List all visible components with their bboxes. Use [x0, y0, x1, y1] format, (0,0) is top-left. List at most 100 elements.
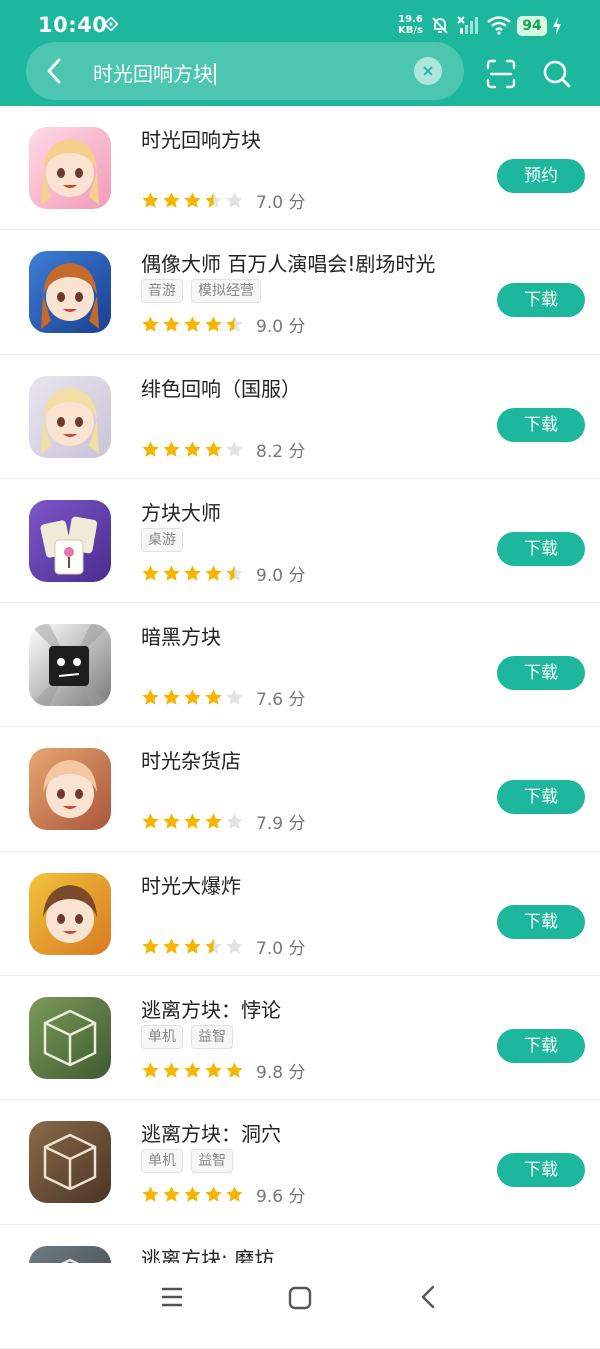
- app-icon[interactable]: [29, 375, 111, 458]
- menu-icon[interactable]: [160, 1285, 184, 1309]
- search-results-list: 时光回响方块 7.0 分 预约 偶像大师 百万人演唱会!剧场时光 音游 模拟经营 9.0 分…: [0, 106, 600, 1349]
- app-icon[interactable]: [29, 1121, 111, 1204]
- reserve-button[interactable]: 预约: [497, 159, 585, 193]
- app-title[interactable]: 时光大爆炸: [141, 870, 241, 899]
- star-full-icon: [163, 938, 180, 954]
- rating-stars: [141, 564, 244, 583]
- app-title[interactable]: 绯色回响（国服）: [141, 373, 301, 402]
- app-tags: 单机 益智: [141, 1025, 233, 1050]
- star-full-icon: [184, 565, 201, 581]
- download-button[interactable]: 下载: [497, 656, 585, 691]
- app-title[interactable]: 暗黑方块: [141, 621, 221, 650]
- star-full-icon: [184, 689, 201, 705]
- diamond-icon: [104, 17, 118, 31]
- app-title[interactable]: 逃离方块：悖论: [141, 994, 281, 1023]
- list-item[interactable]: 绯色回响（国服） 8.2 分 下载: [0, 355, 600, 479]
- download-button[interactable]: 下载: [497, 1153, 585, 1188]
- star-full-icon: [163, 565, 180, 581]
- app-title[interactable]: 偶像大师 百万人演唱会!剧场时光: [141, 248, 435, 277]
- star-empty-icon: [226, 441, 243, 457]
- app-title[interactable]: 逃离方块：洞穴: [141, 1118, 281, 1147]
- app-title[interactable]: 时光回响方块: [141, 124, 261, 153]
- search-box[interactable]: [26, 42, 464, 100]
- app-rating: 9.8 分: [141, 1058, 305, 1083]
- rating-score: 8.2 分: [256, 441, 306, 462]
- app-icon[interactable]: [29, 997, 111, 1080]
- star-full-icon: [184, 1186, 201, 1203]
- star-full-icon: [184, 316, 201, 333]
- star-full-icon: [142, 813, 159, 830]
- star-full-icon: [163, 316, 180, 333]
- rating-stars: [141, 1061, 244, 1080]
- list-item[interactable]: 偶像大师 百万人演唱会!剧场时光 音游 模拟经营 9.0 分 下载: [0, 230, 600, 355]
- list-item[interactable]: 方块大师 桌游 9.0 分 下载: [0, 479, 600, 604]
- app-tag: 单机: [141, 1025, 183, 1050]
- scan-icon[interactable]: [485, 58, 517, 90]
- search-input[interactable]: 时光回响方块: [93, 58, 216, 87]
- star-full-icon: [142, 441, 159, 457]
- rating-score: 7.0 分: [256, 938, 306, 959]
- star-full-icon: [163, 689, 180, 705]
- list-item[interactable]: 暗黑方块 7.6 分 下载: [0, 603, 600, 728]
- nav-back-icon[interactable]: [417, 1284, 441, 1310]
- download-button[interactable]: 下载: [497, 407, 585, 442]
- back-arrow-icon[interactable]: [40, 54, 70, 88]
- list-item[interactable]: 时光杂货店 7.9 分 下载: [0, 727, 600, 852]
- rating-stars: [141, 937, 244, 956]
- app-icon[interactable]: [29, 499, 111, 582]
- star-half-icon: [205, 938, 222, 954]
- rating-stars: [141, 191, 244, 210]
- home-icon[interactable]: [287, 1285, 313, 1311]
- app-tag: 桌游: [141, 527, 183, 552]
- app-icon[interactable]: [29, 624, 111, 707]
- app-rating: 7.0 分: [141, 934, 305, 959]
- star-full-icon: [163, 441, 180, 457]
- rating-stars: [141, 812, 244, 831]
- list-item[interactable]: 时光回响方块 7.0 分 预约: [0, 106, 600, 231]
- download-button[interactable]: 下载: [497, 1029, 585, 1064]
- star-full-icon: [142, 316, 159, 333]
- list-item[interactable]: 逃离方块：洞穴 单机 益智 9.6 分 下载: [0, 1100, 600, 1225]
- app-rating: 9.0 分: [141, 561, 305, 586]
- list-item[interactable]: 时光大爆炸 7.0 分 下载: [0, 852, 600, 977]
- star-full-icon: [205, 441, 222, 457]
- network-speed-value: 19.6: [398, 14, 423, 25]
- wifi-icon: [487, 16, 511, 35]
- download-button[interactable]: 下载: [497, 531, 585, 566]
- rating-score: 9.0 分: [256, 565, 306, 586]
- rating-score: 9.0 分: [256, 317, 306, 338]
- app-icon[interactable]: [29, 872, 111, 955]
- star-full-icon: [205, 316, 222, 333]
- app-title[interactable]: 方块大师: [141, 497, 221, 526]
- list-item[interactable]: 逃离方块：悖论 单机 益智 9.8 分 下载: [0, 976, 600, 1101]
- download-button[interactable]: 下载: [497, 904, 585, 939]
- star-half-icon: [226, 316, 243, 333]
- star-empty-icon: [226, 689, 243, 705]
- system-nav-bar: [0, 1263, 600, 1333]
- app-tag: 益智: [191, 1025, 233, 1050]
- download-button[interactable]: 下载: [497, 283, 585, 318]
- star-full-icon: [142, 938, 159, 954]
- star-full-icon: [184, 1062, 201, 1078]
- star-half-icon: [205, 192, 222, 208]
- clear-search-button[interactable]: [414, 57, 442, 85]
- rating-score: 9.8 分: [256, 1063, 306, 1084]
- star-full-icon: [163, 192, 180, 208]
- search-icon[interactable]: [541, 58, 573, 90]
- download-button[interactable]: 下载: [497, 780, 585, 815]
- app-tag: 单机: [141, 1149, 183, 1174]
- header-bar: 10:40 19.6 KB/s 94 时光回响方块: [0, 0, 600, 106]
- app-title[interactable]: 时光杂货店: [141, 745, 241, 774]
- star-full-icon: [184, 192, 201, 208]
- app-icon[interactable]: [29, 127, 111, 209]
- star-full-icon: [142, 1062, 159, 1078]
- app-icon[interactable]: [29, 748, 111, 831]
- star-full-icon: [184, 813, 201, 830]
- star-empty-icon: [226, 192, 243, 208]
- star-full-icon: [226, 1186, 243, 1203]
- app-tag: 模拟经营: [191, 279, 261, 304]
- star-empty-icon: [226, 938, 243, 954]
- app-icon[interactable]: [29, 251, 111, 334]
- app-tags: 音游 模拟经营: [141, 279, 261, 304]
- status-time: 10:40: [38, 13, 108, 37]
